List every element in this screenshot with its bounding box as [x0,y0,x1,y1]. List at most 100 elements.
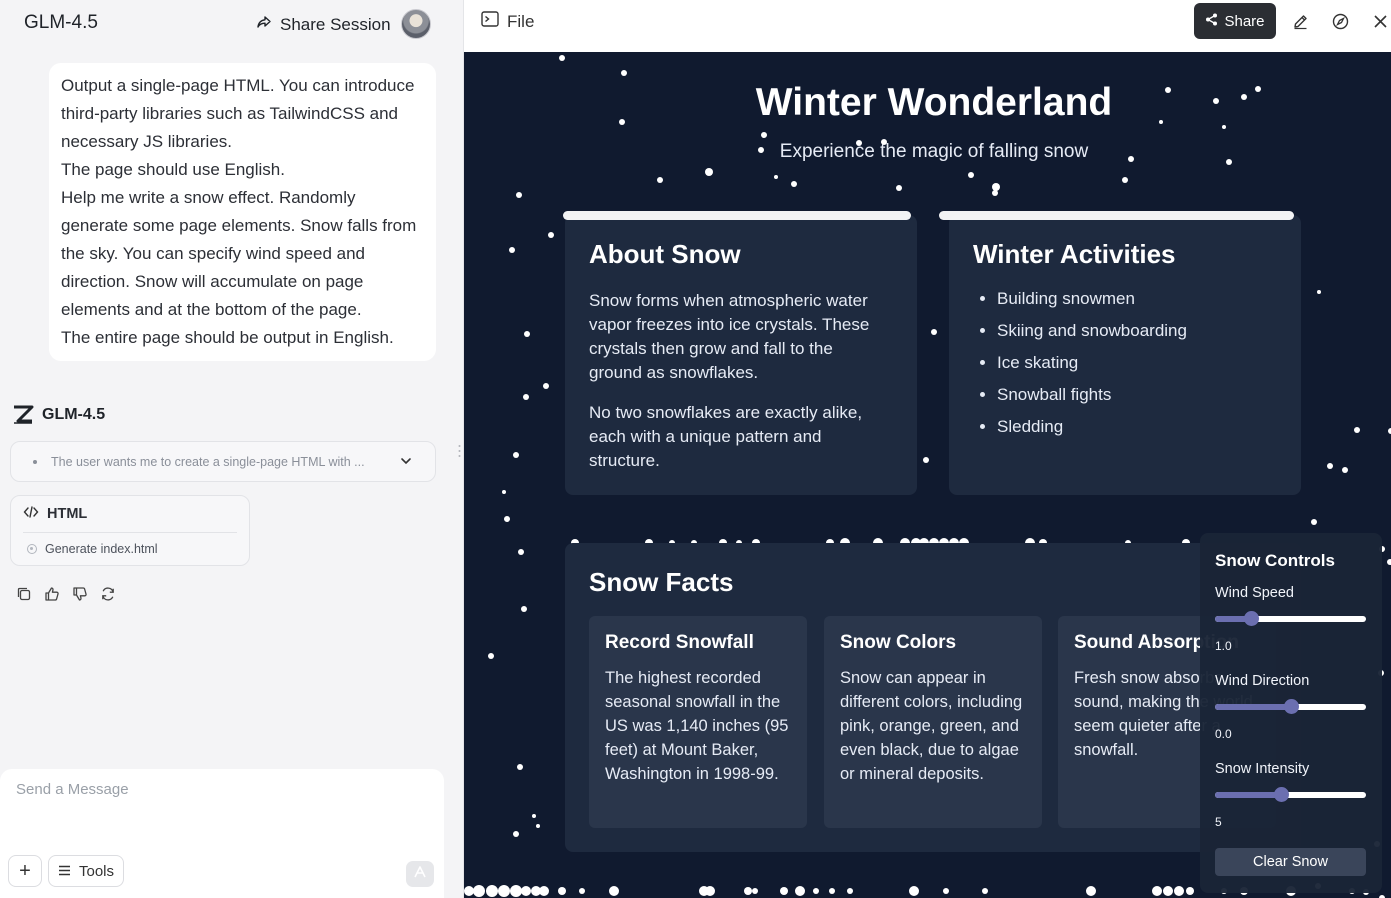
snowflake [548,232,554,238]
snow-accumulation [1163,886,1173,896]
snowflake [504,516,510,522]
share-session-button[interactable]: Share Session [256,14,391,35]
snow-accumulation [744,887,752,895]
snow-page: Winter Wonderland Experience the magic o… [464,52,1391,898]
snow-accumulation [1186,887,1194,895]
fact-text: The highest recorded seasonal snowfall i… [605,669,789,783]
snowflake [774,175,778,179]
fact-card: Record Snowfall The highest recorded sea… [589,616,807,828]
snowflake [1354,427,1360,433]
message-composer: + Tools [0,769,444,898]
snowflake [992,190,998,196]
thinking-summary-text: The user wants me to create a single-pag… [51,454,365,469]
card-heading: Snow Facts [589,567,734,597]
snowflake [1311,519,1317,525]
status-ring-icon [27,544,37,554]
artifact-card[interactable]: HTML Generate index.html [10,495,250,566]
chat-header: GLM-4.5 Share Session [0,0,463,48]
snowflake [543,383,549,389]
snowflake [1387,559,1391,565]
snow-controls-panel: Snow Controls Wind Speed 1.0 Wind Direct… [1200,533,1382,893]
wind-direction-label: Wind Direction [1215,673,1310,689]
snow-intensity-slider[interactable] [1215,787,1366,802]
regenerate-icon[interactable] [100,586,116,602]
snow-accumulation [1086,886,1096,896]
snow-accumulation [705,886,715,896]
send-arrow-icon [413,865,427,884]
thinking-summary-toggle[interactable]: The user wants me to create a single-pag… [10,441,436,482]
card-paragraph: No two snowflakes are exactly alike, eac… [589,403,863,470]
snow-accumulation [829,888,835,894]
copy-icon[interactable] [16,586,32,602]
snowflake [513,452,519,458]
share-label: Share [1224,12,1265,30]
tools-button[interactable]: Tools [48,855,124,887]
snow-intensity-label: Snow Intensity [1215,761,1310,777]
edit-icon[interactable] [1290,11,1310,31]
close-icon[interactable] [1370,11,1390,31]
wind-speed-slider[interactable] [1215,611,1366,626]
resize-handle[interactable] [458,444,461,458]
snowflake [705,168,713,176]
snow-accumulation [813,888,819,894]
wind-direction-slider[interactable] [1215,699,1366,714]
preview-toolbar: File Share [464,0,1391,52]
user-message-line: The entire page should be output in Engl… [61,328,394,347]
slider-thumb[interactable] [1274,787,1290,802]
card-paragraph: Snow forms when atmospheric water vapor … [589,291,870,382]
snowflake [931,329,937,335]
snowflake [791,181,797,187]
slider-fill [1215,704,1291,710]
chevron-down-icon [399,454,413,471]
model-name: GLM-4.5 [42,406,106,423]
artifact-header: HTML [23,505,87,523]
model-header: GLM-4.5 [12,404,105,426]
snowflake [523,394,529,400]
fact-card: Snow Colors Snow can appear in different… [824,616,1042,828]
message-actions [16,586,116,602]
message-input[interactable] [16,781,416,798]
avatar[interactable] [401,9,431,39]
snowflake [513,831,519,837]
snow-accumulation [1174,886,1184,896]
user-message-line: The page should use English. [61,160,285,179]
code-icon [23,505,39,523]
thumbs-up-icon[interactable] [44,586,60,602]
artifact-step-label: Generate index.html [45,542,158,556]
share-session-label: Share Session [280,14,391,34]
snowflake [923,457,929,463]
bullet-icon [33,459,37,464]
send-button[interactable] [406,861,434,887]
compass-icon[interactable] [1330,11,1350,31]
snow-accumulation [939,211,1294,220]
snow-accumulation [982,888,988,894]
share-icon [1205,13,1218,30]
file-tab[interactable]: File [481,11,534,32]
share-button[interactable]: Share [1194,3,1276,39]
snowflake [968,172,974,178]
slider-thumb[interactable] [1283,699,1299,714]
snowflake [502,490,506,494]
thumbs-down-icon[interactable] [72,586,88,602]
snow-intensity-value: 5 [1215,815,1222,829]
snow-accumulation [752,888,758,894]
snowflake [621,70,627,76]
snow-accumulation [909,886,919,896]
card-heading: Winter Activities [973,239,1176,269]
winter-activities-card: Winter Activities Building snowmen Skiin… [949,215,1301,495]
snow-accumulation [579,888,585,894]
snowflake [524,331,530,337]
snow-facts-card: Snow Facts Record Snowfall The highest r… [565,543,1301,852]
fact-title: Snow Colors [840,632,957,653]
snowflake [488,653,494,659]
snowflake [1317,290,1321,294]
slider-thumb[interactable] [1244,611,1260,626]
snow-accumulation [795,886,805,896]
list-item: Building snowmen [997,289,1135,309]
snow-accumulation [609,886,619,896]
preview-panel: File Share Winter Wonderland Experience … [464,0,1391,898]
add-attachment-button[interactable]: + [8,855,42,887]
snowflake [517,764,523,770]
clear-snow-button[interactable]: Clear Snow [1215,848,1366,876]
page-subtitle: Experience the magic of falling snow [779,141,1089,162]
